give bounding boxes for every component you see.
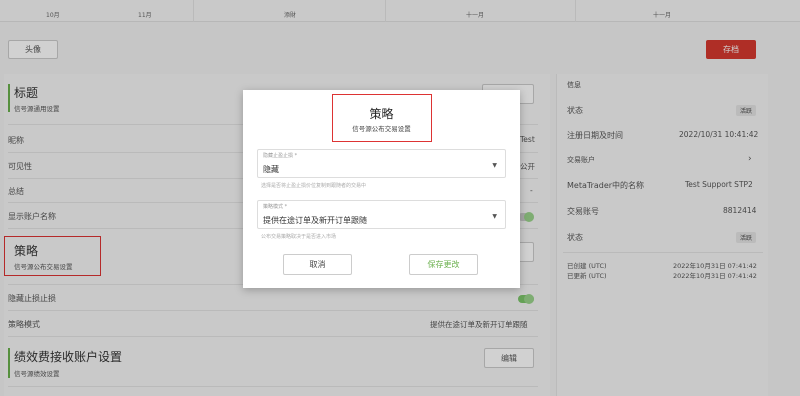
caret-down-icon: ▼ (492, 213, 497, 220)
field-label: 策略模式 * (263, 204, 288, 210)
annotation-highlight-box (332, 94, 432, 142)
field-label: 隐藏止盈止损 * (263, 153, 298, 159)
field-value: 隐藏 (263, 165, 279, 174)
save-changes-button[interactable]: 保存更改 (409, 254, 478, 275)
cancel-button[interactable]: 取消 (283, 254, 352, 275)
field-help: 选择是否将止盈止损价位复制到跟随者的交易中 (261, 183, 367, 189)
field-help: 公布交易策略取决于是否进入市场 (261, 234, 337, 240)
strategy-mode-select[interactable]: 策略模式 * 提供在途订单及新开订单跟随 ▼ (257, 200, 506, 229)
caret-down-icon: ▼ (492, 162, 497, 169)
field-value: 提供在途订单及新开订单跟随 (263, 216, 367, 225)
hide-sl-tp-select[interactable]: 隐藏止盈止损 * 隐藏 ▼ (257, 149, 506, 178)
strategy-dialog: 策略 信号源公布交易设置 隐藏止盈止损 * 隐藏 ▼ 选择是否将止盈止损价位复制… (243, 90, 520, 288)
